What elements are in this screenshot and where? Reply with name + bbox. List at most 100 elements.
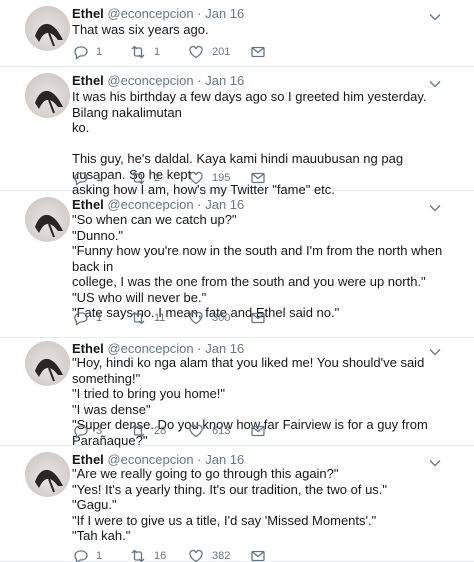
display-name[interactable]: Ethel <box>72 73 104 88</box>
tweet-date[interactable]: Jan 16 <box>205 197 244 212</box>
tweet-text: "So when can we catch up?" "Dunno." "Fun… <box>72 212 443 320</box>
reply-count: 1 <box>96 550 103 562</box>
tweet-header: Ethel @econcepcion · Jan 16 <box>72 73 244 88</box>
tweet-header: Ethel @econcepcion · Jan 16 <box>72 6 244 21</box>
display-name[interactable]: Ethel <box>72 452 104 467</box>
like-button[interactable]: 201 <box>188 44 230 60</box>
user-handle[interactable]: @econcepcion <box>107 6 193 21</box>
retweet-icon <box>130 170 146 186</box>
retweet-icon <box>130 310 146 326</box>
user-handle[interactable]: @econcepcion <box>107 452 193 467</box>
avatar[interactable] <box>25 6 70 51</box>
user-handle[interactable]: @econcepcion <box>107 197 193 212</box>
retweet-button[interactable]: 1 <box>130 44 160 60</box>
retweet-count: 11 <box>154 312 166 324</box>
tweet-date[interactable]: Jan 16 <box>205 341 244 356</box>
tweet-text: That was six years ago. <box>72 22 209 37</box>
envelope-icon <box>250 170 266 186</box>
avatar[interactable] <box>25 452 70 497</box>
display-name[interactable]: Ethel <box>72 197 104 212</box>
tweet[interactable]: Ethel @econcepcion · Jan 16 "Hoy, hindi k… <box>0 338 474 448</box>
tweet-date[interactable]: Jan 16 <box>205 73 244 88</box>
tweet[interactable]: Ethel @econcepcion · Jan 16 "So when can … <box>0 191 474 338</box>
tweet-actions: 1 2 195 <box>72 170 372 186</box>
separator: · <box>197 6 202 21</box>
chevron-down-icon[interactable] <box>428 9 442 21</box>
like-count: 382 <box>212 550 231 562</box>
tweet-actions: 1 16 382 <box>72 548 372 562</box>
retweet-icon <box>130 44 146 60</box>
heart-icon <box>188 548 204 562</box>
like-count: 300 <box>212 312 231 324</box>
reply-button[interactable]: 3 <box>72 423 102 439</box>
tweet-header: Ethel @econcepcion · Jan 16 <box>72 452 244 467</box>
separator: · <box>197 73 202 88</box>
separator: · <box>197 341 202 356</box>
tweet[interactable]: Ethel @econcepcion · Jan 16 It was his bi… <box>0 67 474 197</box>
message-button[interactable] <box>250 44 266 60</box>
reply-button[interactable]: 1 <box>72 548 102 562</box>
tweet-actions: 1 11 300 <box>72 310 372 326</box>
tweet-thread: Ethel @econcepcion · Jan 16 That was six … <box>0 0 474 562</box>
reply-count: 1 <box>96 46 103 58</box>
like-button[interactable]: 613 <box>188 423 230 439</box>
tweet-actions: 3 28 613 <box>72 423 372 439</box>
separator: · <box>197 197 202 212</box>
avatar[interactable] <box>25 73 70 118</box>
heart-icon <box>188 44 204 60</box>
retweet-button[interactable]: 16 <box>130 548 166 562</box>
like-button[interactable]: 382 <box>188 548 230 562</box>
retweet-button[interactable]: 2 <box>130 170 160 186</box>
display-name[interactable]: Ethel <box>72 6 104 21</box>
retweet-icon <box>130 423 146 439</box>
envelope-icon <box>250 44 266 60</box>
avatar[interactable] <box>25 197 70 242</box>
envelope-icon <box>250 548 266 562</box>
chevron-down-icon[interactable] <box>428 455 442 467</box>
tweet[interactable]: Ethel @econcepcion · Jan 16 That was six … <box>0 0 474 67</box>
tweet-date[interactable]: Jan 16 <box>205 452 244 467</box>
reply-count: 1 <box>96 172 103 184</box>
reply-button[interactable]: 1 <box>72 310 102 326</box>
retweet-count: 1 <box>154 46 161 58</box>
like-button[interactable]: 300 <box>188 310 230 326</box>
message-button[interactable] <box>250 548 266 562</box>
like-count: 613 <box>212 425 231 437</box>
retweet-button[interactable]: 28 <box>130 423 166 439</box>
reply-icon <box>72 548 88 562</box>
reply-icon <box>72 44 88 60</box>
retweet-button[interactable]: 11 <box>130 310 165 326</box>
retweet-count: 28 <box>154 425 167 437</box>
message-button[interactable] <box>250 423 266 439</box>
user-handle[interactable]: @econcepcion <box>107 73 193 88</box>
display-name[interactable]: Ethel <box>72 341 104 356</box>
tweet-header: Ethel @econcepcion · Jan 16 <box>72 341 244 356</box>
reply-button[interactable]: 1 <box>72 170 102 186</box>
tweet-actions: 1 1 201 <box>72 44 372 60</box>
reply-icon <box>72 423 88 439</box>
heart-icon <box>188 310 204 326</box>
chevron-down-icon[interactable] <box>428 76 442 88</box>
message-button[interactable] <box>250 170 266 186</box>
heart-icon <box>188 423 204 439</box>
tweet-date[interactable]: Jan 16 <box>205 6 244 21</box>
tweet-header: Ethel @econcepcion · Jan 16 <box>72 197 244 212</box>
retweet-count: 2 <box>154 172 161 184</box>
chevron-down-icon[interactable] <box>428 344 442 356</box>
reply-button[interactable]: 1 <box>72 44 102 60</box>
avatar[interactable] <box>25 341 70 386</box>
retweet-count: 16 <box>154 550 167 562</box>
reply-icon <box>72 310 88 326</box>
reply-count: 1 <box>96 312 103 324</box>
tweet[interactable]: Ethel @econcepcion · Jan 16 "Are we reall… <box>0 446 474 562</box>
like-count: 195 <box>212 172 231 184</box>
retweet-icon <box>130 548 146 562</box>
user-handle[interactable]: @econcepcion <box>107 341 193 356</box>
reply-icon <box>72 170 88 186</box>
heart-icon <box>188 170 204 186</box>
like-button[interactable]: 195 <box>188 170 230 186</box>
envelope-icon <box>250 310 266 326</box>
message-button[interactable] <box>250 310 266 326</box>
envelope-icon <box>250 423 266 439</box>
chevron-down-icon[interactable] <box>428 200 442 212</box>
